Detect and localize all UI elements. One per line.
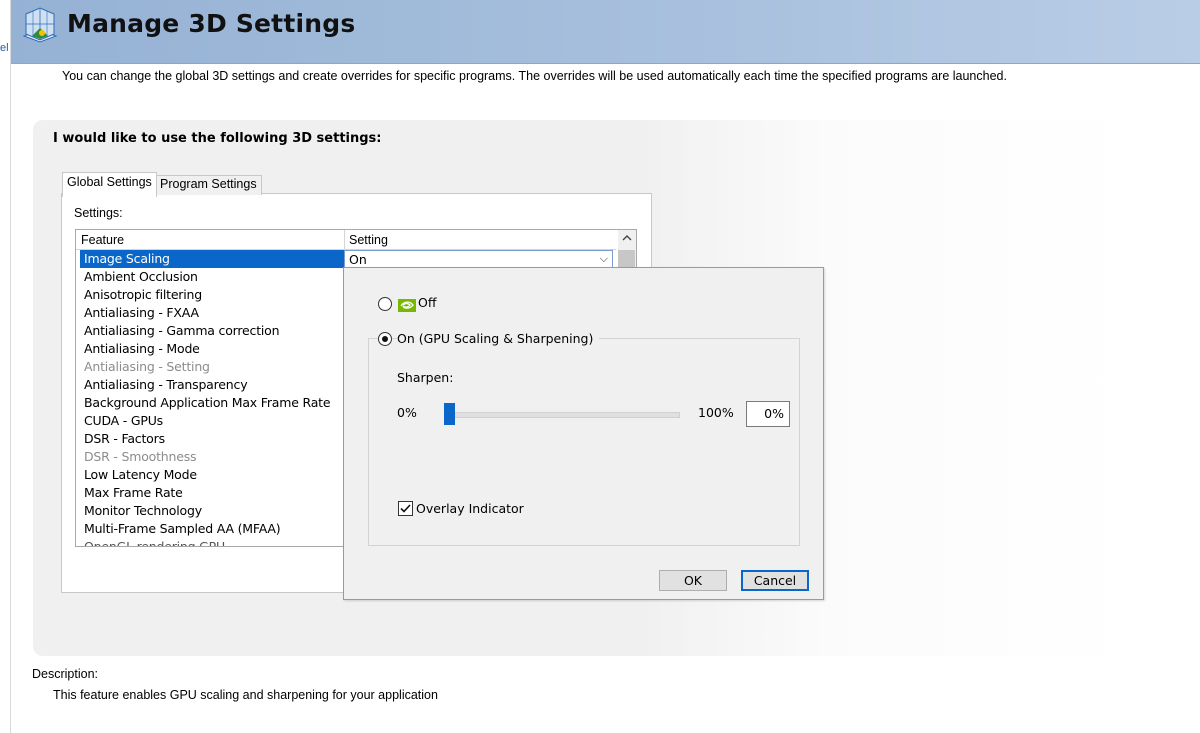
overlay-indicator-checkbox[interactable] [398,501,413,516]
off-label: Off [418,295,437,310]
left-window-edge [0,0,11,733]
tab-global-settings[interactable]: Global Settings [62,172,157,197]
sharpen-label: Sharpen: [397,370,454,385]
scroll-up-arrow-icon[interactable] [622,233,632,244]
settings-label: Settings: [74,206,123,220]
sharpen-value-text: 0% [764,406,784,421]
image-scaling-popup: Off On (GPU Scaling & Sharpening) Sharpe… [343,267,824,600]
chevron-down-icon: ⌵ [599,252,608,265]
description-text: This feature enables GPU scaling and sha… [53,688,438,702]
ok-button[interactable]: OK [659,570,727,591]
column-header-feature[interactable]: Feature [81,233,124,247]
description-label: Description: [32,667,98,681]
overlay-indicator-label: Overlay Indicator [416,501,524,516]
panel-heading: I would like to use the following 3D set… [53,131,382,146]
sharpen-slider-track[interactable] [444,412,680,418]
column-divider [344,230,345,249]
sharpen-slider-thumb[interactable] [444,403,455,425]
sharpen-value-input[interactable]: 0% [746,401,790,427]
cancel-button[interactable]: Cancel [741,570,809,591]
page-title: Manage 3D Settings [67,9,356,38]
feature-row-selected[interactable]: Image Scaling [80,250,344,268]
nvidia-3d-settings-icon [20,6,60,46]
grid-header: Feature Setting [76,230,616,250]
slider-max-label: 100% [698,405,734,420]
on-label: On (GPU Scaling & Sharpening) [397,331,600,346]
on-radio[interactable] [378,332,392,346]
off-radio[interactable] [378,297,392,311]
nvidia-logo-icon [398,297,416,312]
slider-min-label: 0% [397,405,417,420]
column-header-setting[interactable]: Setting [349,233,388,247]
intro-text: You can change the global 3D settings an… [62,69,1007,83]
left-edge-text: el [0,42,9,54]
checkmark-icon [400,504,411,513]
page-header: Manage 3D Settings [11,0,1200,64]
tab-program-settings[interactable]: Program Settings [155,175,262,195]
scrollbar-thumb[interactable] [618,250,635,268]
setting-dropdown-value: On [349,252,367,267]
